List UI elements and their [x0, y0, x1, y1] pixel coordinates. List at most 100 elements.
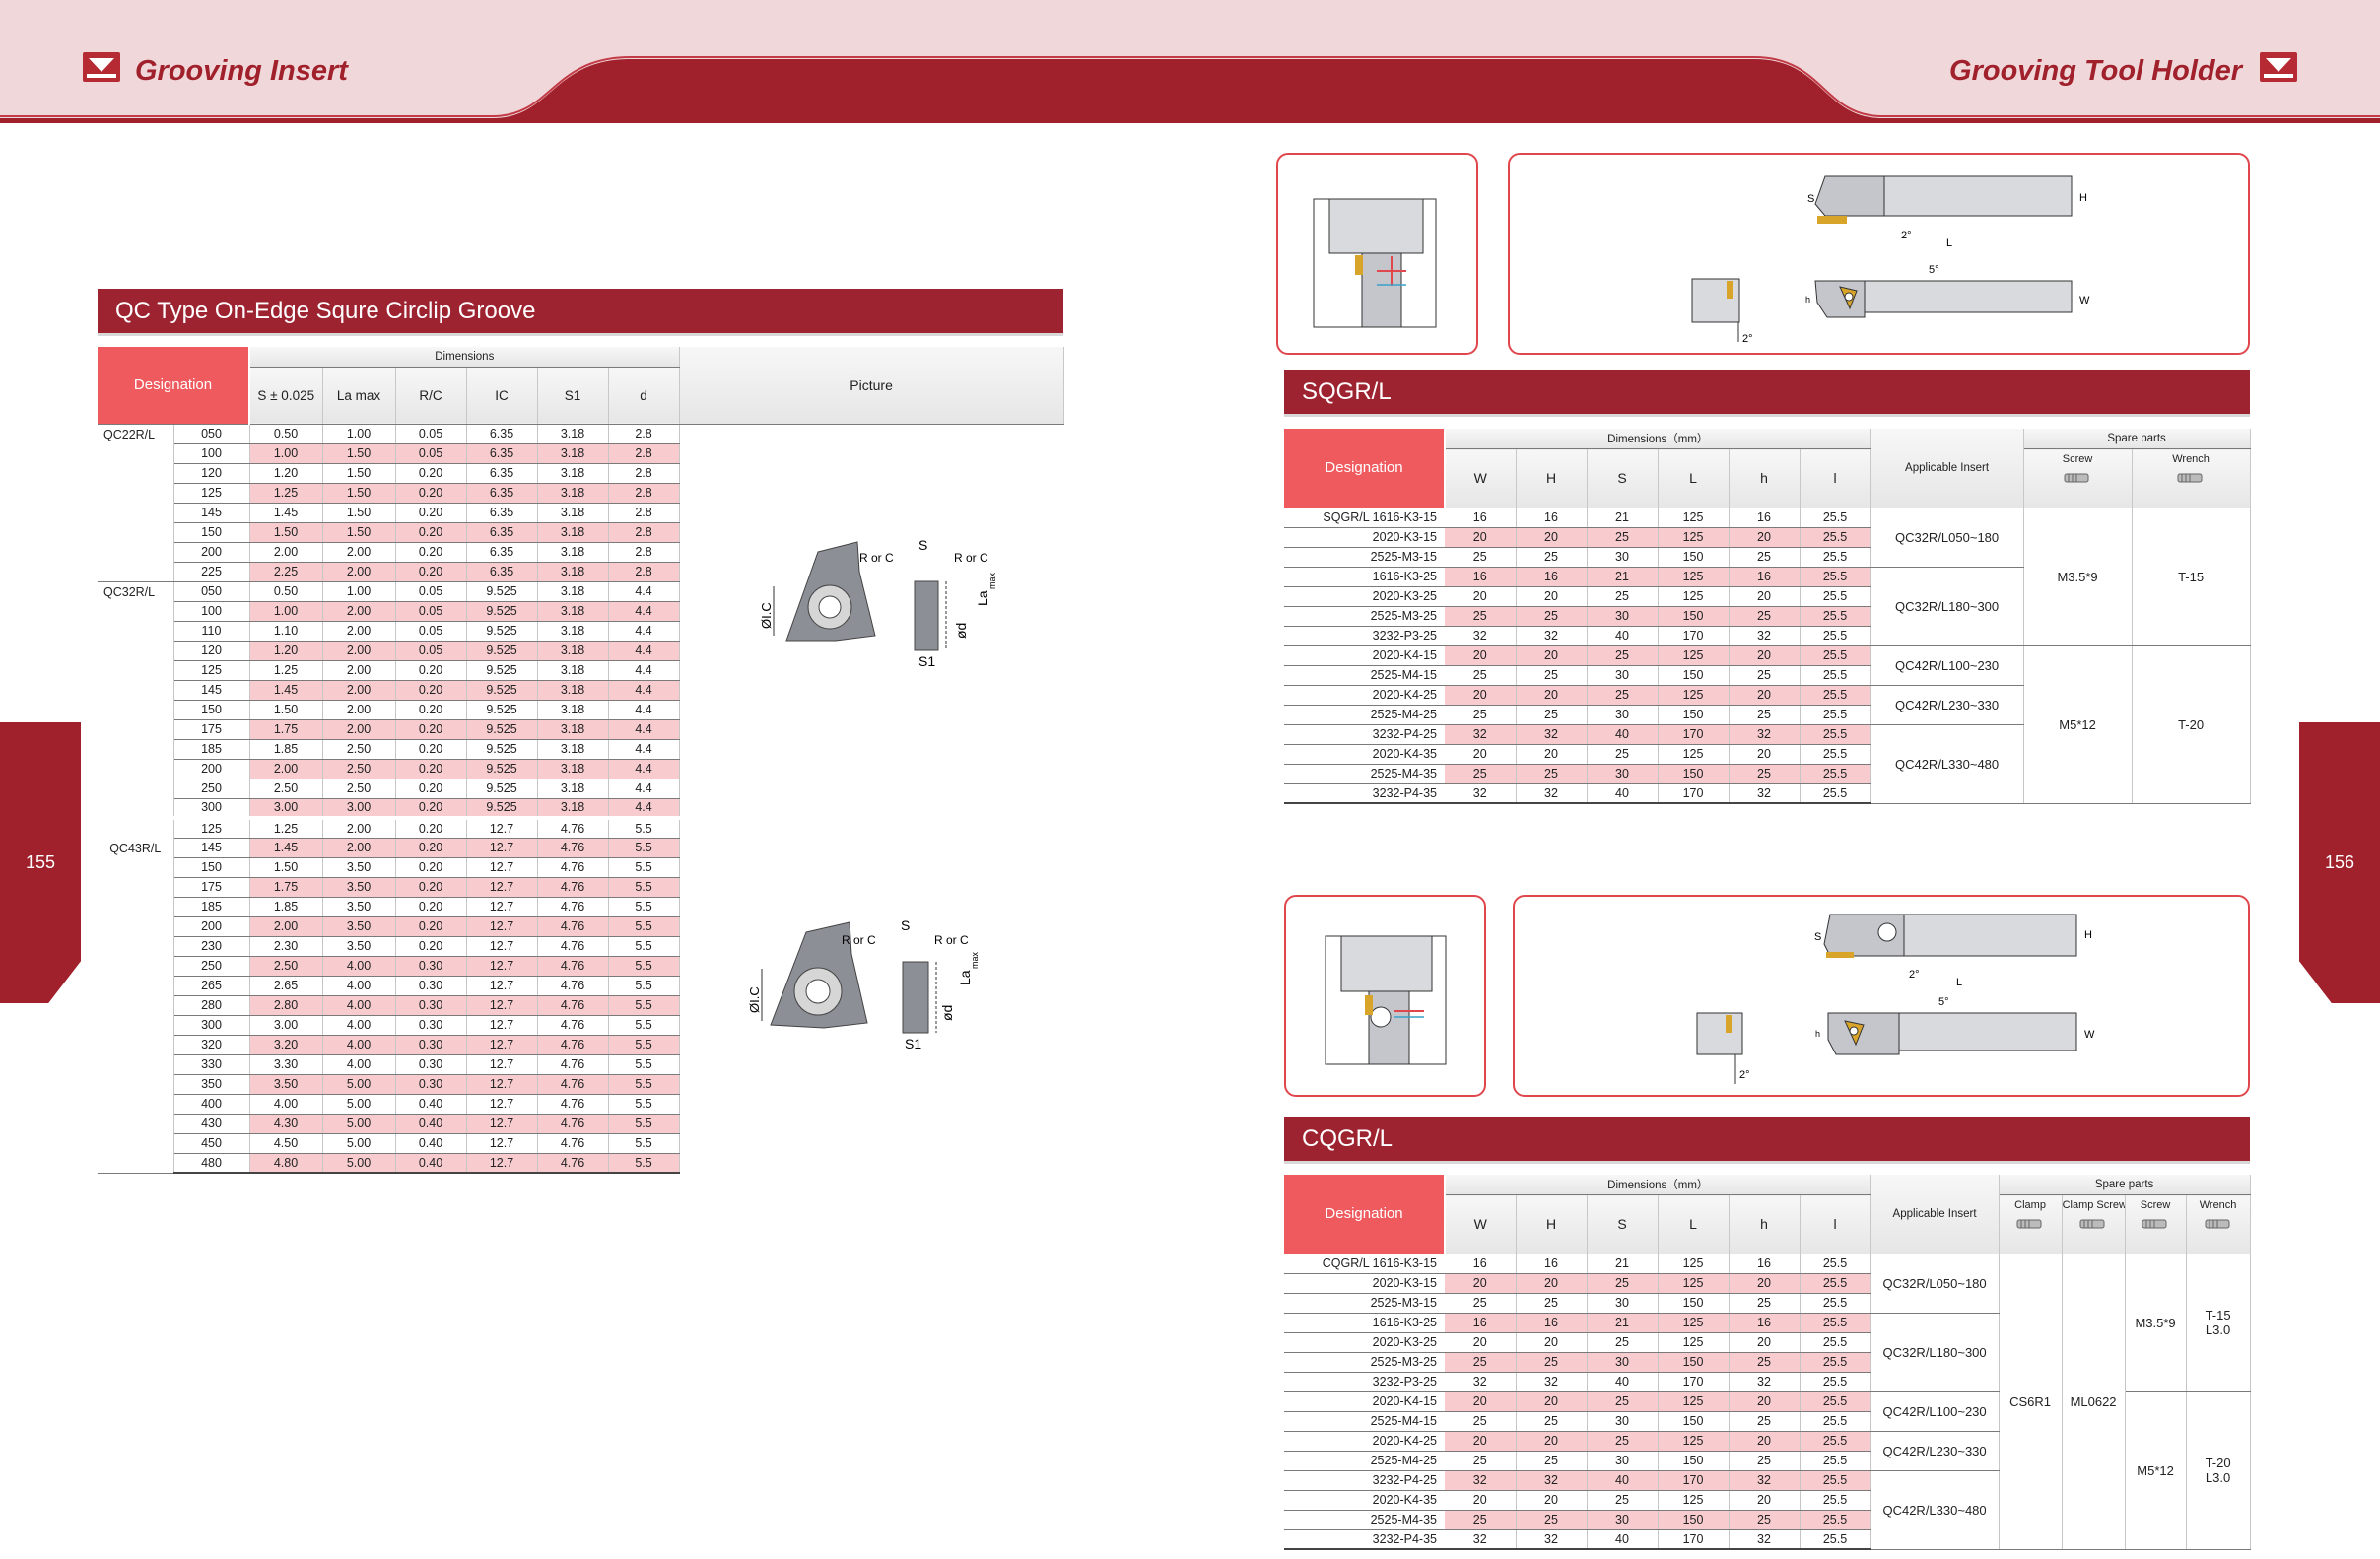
cqgr-dwg-angle2: 5° — [1938, 996, 1949, 1008]
qc-cell: 9.525 — [466, 798, 538, 819]
cqgr-col-head-4: h — [1729, 1194, 1801, 1254]
sqgr-cell: 16 — [1516, 508, 1588, 528]
qc-cell: 4.76 — [537, 816, 609, 839]
cqgr-cell: 150 — [1658, 1451, 1730, 1471]
qc-code: 350 — [173, 1074, 250, 1095]
sqgr-screw: M3.5*9 — [2023, 508, 2133, 646]
qc-col-head-1: La max — [322, 367, 396, 425]
qc-cell: 5.00 — [322, 1133, 396, 1154]
qc-cell: 12.7 — [466, 995, 538, 1016]
qc-cell: 6.35 — [466, 424, 538, 444]
sqgr-cell: 25 — [1445, 606, 1517, 627]
cqgr-cell: 125 — [1658, 1313, 1730, 1333]
sqgr-designation: 2525-M4-15 — [1284, 665, 1445, 686]
sqgr-cell: 32 — [1729, 626, 1801, 646]
qc-cell: 4.4 — [608, 759, 680, 780]
cqgr-cell: 16 — [1729, 1313, 1801, 1333]
qc-pic1-d: ød — [953, 623, 969, 639]
cqgr-cell: 30 — [1587, 1451, 1659, 1471]
qc-cell: 12.7 — [466, 1153, 538, 1174]
sqgr-section-title: SQGR/L — [1284, 370, 2250, 417]
qc-pic1-s1: S1 — [918, 653, 935, 669]
cqgr-col-head-3: L — [1658, 1194, 1730, 1254]
qc-code: 145 — [173, 838, 250, 858]
qc-col-head-3: IC — [466, 367, 538, 425]
qc-code: 125 — [173, 816, 250, 839]
cqgr-cell: 20 — [1516, 1391, 1588, 1412]
cqgr-insert: QC32R/L050~180 — [1870, 1254, 2000, 1314]
qc-cell: 1.75 — [249, 719, 323, 740]
qc-cell: 6.35 — [466, 463, 538, 484]
cqgr-designation: 2525-M3-15 — [1284, 1293, 1445, 1314]
qc-cell: 0.20 — [395, 816, 467, 839]
page-number-right: 156 — [2324, 852, 2355, 872]
cqgr-cell: 32 — [1445, 1529, 1517, 1550]
sqgr-designation: 2525-M3-25 — [1284, 606, 1445, 627]
qc-cell: 5.5 — [608, 1015, 680, 1036]
qc-cell: 3.18 — [537, 601, 609, 622]
qc-cell: 4.4 — [608, 798, 680, 819]
qc-cell: 1.50 — [322, 503, 396, 523]
qc-head-dimensions: Dimensions — [249, 347, 680, 368]
cqgr-designation: 1616-K3-25 — [1284, 1313, 1445, 1333]
qc-cell: 3.18 — [537, 621, 609, 642]
table-row: QC22R/L 050 0.50 1.00 0.05 6.35 3.18 2.8 — [98, 424, 1064, 1173]
sqgr-cell: 25 — [1445, 547, 1517, 568]
qc-cell: 0.20 — [395, 779, 467, 799]
qc-cell: 1.00 — [322, 424, 396, 444]
sqgr-cell: 32 — [1729, 724, 1801, 745]
cqgr-cell: 20 — [1516, 1332, 1588, 1353]
cqgr-cell: 25 — [1516, 1451, 1588, 1471]
cqgr-cell: 40 — [1587, 1470, 1659, 1491]
table-row: 2020-K4-15 20 20 25 125 20 25.5 QC42R/L100~230 M… — [1284, 645, 2251, 804]
cqgr-cell: 25 — [1587, 1490, 1659, 1511]
qc-cell: 0.20 — [395, 838, 467, 858]
sqgr-cell: 25 — [1587, 527, 1659, 548]
qc-cell: 2.30 — [249, 936, 323, 957]
sqgr-head-spare: Spare parts — [2023, 429, 2251, 449]
cqgr-cell: 30 — [1587, 1352, 1659, 1373]
qc-cell: 9.525 — [466, 581, 538, 602]
qc-cell: 12.7 — [466, 838, 538, 858]
cqgr-designation: 2525-M4-35 — [1284, 1510, 1445, 1530]
cqgr-cell: 20 — [1516, 1490, 1588, 1511]
qc-cell: 2.00 — [322, 816, 396, 839]
sqgr-cell: 20 — [1445, 645, 1517, 666]
qc-cell: 4.76 — [537, 877, 609, 898]
cqgr-cell: 150 — [1658, 1352, 1730, 1373]
sqgr-insert: QC42R/L230~330 — [1870, 685, 2024, 725]
cqgr-cell: 16 — [1445, 1313, 1517, 1333]
qc-cell: 3.18 — [537, 739, 609, 760]
cqgr-cell: 25 — [1587, 1332, 1659, 1353]
sqgr-col-head-5: l — [1800, 448, 1871, 508]
qc-cell: 4.76 — [537, 976, 609, 996]
cqgr-designation: 2525-M3-25 — [1284, 1352, 1445, 1373]
qc-cell: 1.45 — [249, 680, 323, 701]
sqgr-cell: 125 — [1658, 645, 1730, 666]
sqgr-cell: 25.5 — [1800, 567, 1871, 587]
qc-cell: 0.40 — [395, 1153, 467, 1174]
qc-cell: 1.85 — [249, 739, 323, 760]
qc-code: 300 — [173, 798, 250, 819]
sqgr-cell: 25.5 — [1800, 764, 1871, 784]
qc-cell: 1.00 — [249, 443, 323, 464]
qc-cell: 5.5 — [608, 838, 680, 858]
qc-cell: 0.05 — [395, 581, 467, 602]
qc-cell: 4.80 — [249, 1153, 323, 1174]
sqgr-cell: 20 — [1516, 527, 1588, 548]
qc-cell: 2.00 — [322, 621, 396, 642]
qc-cell: 4.76 — [537, 916, 609, 937]
sqgr-cell: 25.5 — [1800, 645, 1871, 666]
qc-code: 145 — [173, 503, 250, 523]
qc-cell: 4.76 — [537, 897, 609, 917]
sqgr-cell: 20 — [1445, 527, 1517, 548]
sqgr-designation: 2020-K3-25 — [1284, 586, 1445, 607]
qc-cell: 1.50 — [322, 483, 396, 504]
cqgr-cell: 20 — [1729, 1431, 1801, 1452]
sqgr-cell: 25 — [1729, 547, 1801, 568]
qc-cell: 2.00 — [322, 719, 396, 740]
sqgr-cell: 20 — [1445, 685, 1517, 706]
qc-code: 125 — [173, 483, 250, 504]
qc-cell: 0.20 — [395, 936, 467, 957]
sqgr-spare-label-1: Wrench — [2172, 453, 2210, 465]
